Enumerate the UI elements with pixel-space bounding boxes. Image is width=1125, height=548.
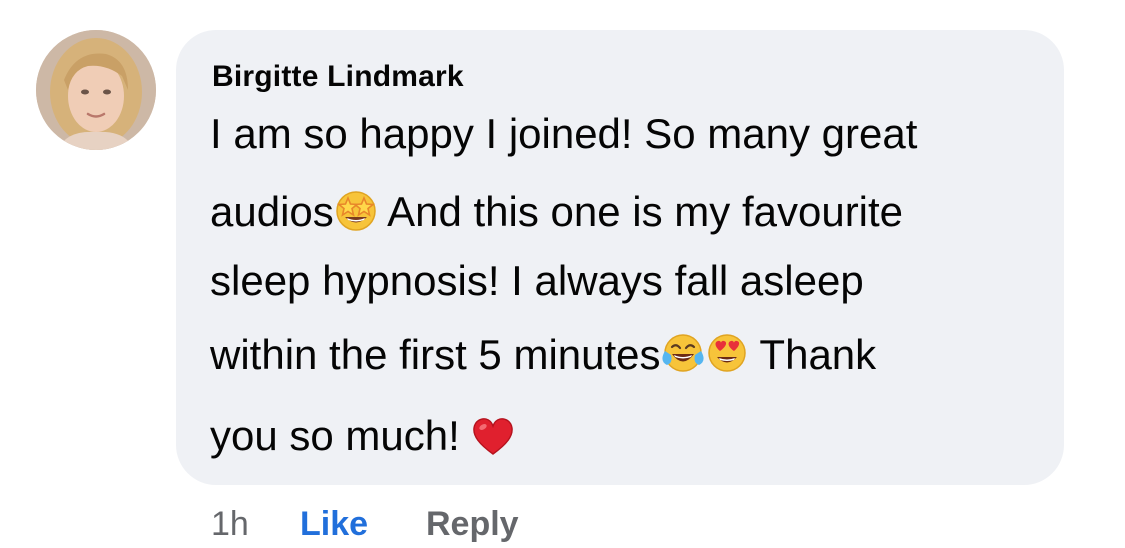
- comment-line: you so much!: [210, 414, 515, 458]
- like-button[interactable]: Like: [300, 505, 368, 544]
- red-heart-emoji-icon: [471, 414, 515, 458]
- comment-line: sleep hypnosis! I always fall asleep: [210, 260, 864, 302]
- comment-line: within the first 5 minutes Thank: [210, 331, 876, 376]
- profile-photo-icon: [36, 30, 156, 150]
- tears-of-joy-emoji-icon: [661, 331, 705, 375]
- avatar[interactable]: [36, 30, 156, 150]
- heart-eyes-emoji-icon: [705, 331, 749, 375]
- comment-line: I am so happy I joined! So many great: [210, 113, 917, 155]
- comment-text: sleep hypnosis! I always fall asleep: [210, 257, 864, 304]
- comment-bubble: Birgitte Lindmark I am so happy I joined…: [176, 30, 1064, 485]
- comment-text: within the first 5 minutes: [210, 331, 661, 378]
- comment-text: I am so happy I joined! So many great: [210, 110, 918, 157]
- comment-text: you so much!: [210, 412, 472, 459]
- timestamp[interactable]: 1h: [211, 505, 249, 544]
- author-name[interactable]: Birgitte Lindmark: [212, 60, 464, 94]
- reply-button[interactable]: Reply: [426, 505, 519, 544]
- comment-text: audios: [210, 188, 334, 235]
- comment-line: audios And this one is my favourite: [210, 188, 903, 233]
- comment-text: Thank: [748, 331, 877, 378]
- star-struck-emoji-icon: [334, 188, 378, 232]
- comment-text: And this one is my favourite: [377, 188, 904, 235]
